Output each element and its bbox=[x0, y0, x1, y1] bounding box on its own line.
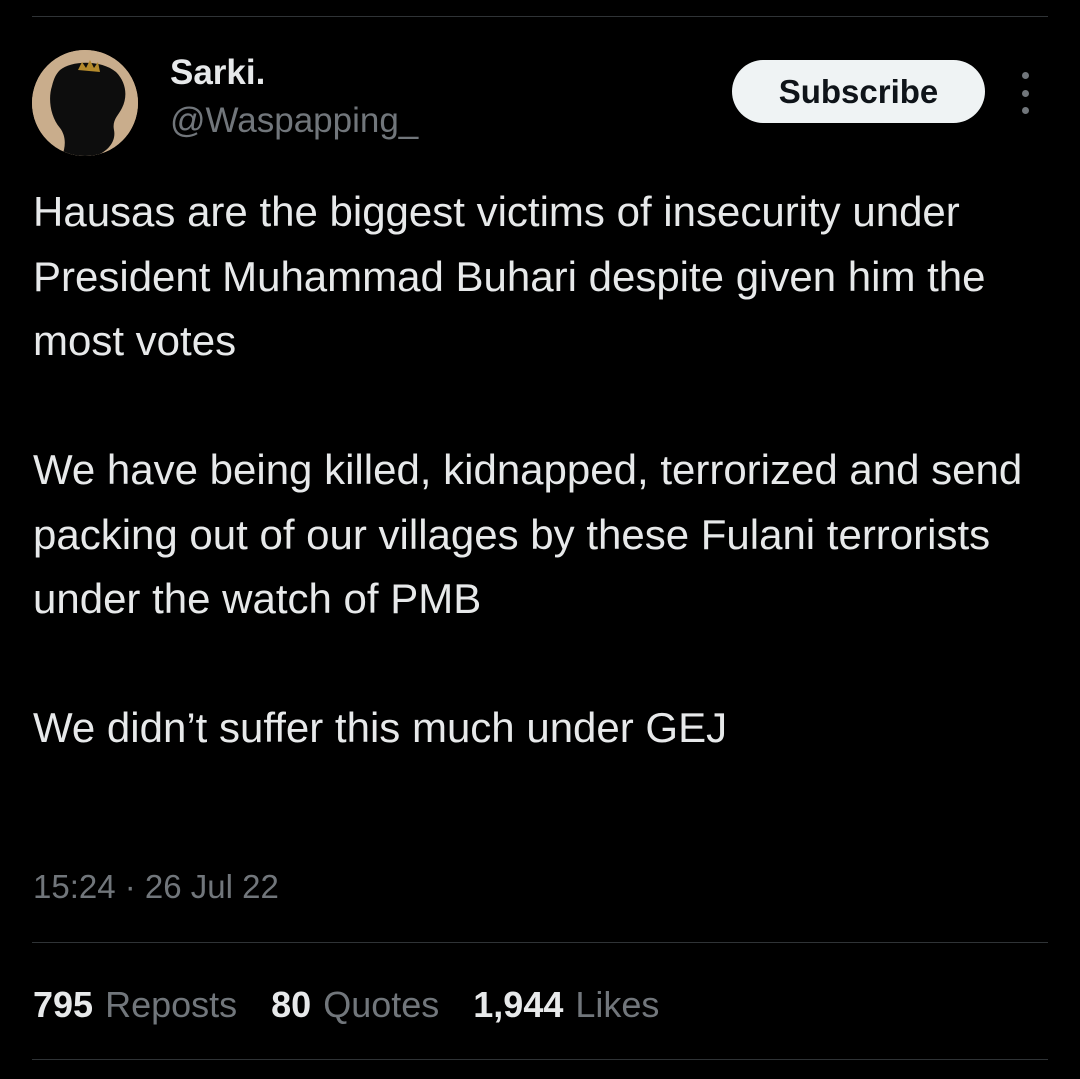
likes-stat[interactable]: 1,944 Likes bbox=[473, 983, 659, 1027]
tweet-paragraph: Hausas are the biggest victims of insecu… bbox=[33, 188, 986, 364]
tweet-paragraph: We didn’t suffer this much under GEJ bbox=[33, 704, 728, 751]
reposts-count: 795 bbox=[33, 984, 94, 1025]
more-dot bbox=[1021, 89, 1029, 97]
avatar-silhouette-icon bbox=[32, 50, 138, 156]
likes-count: 1,944 bbox=[473, 984, 564, 1025]
quotes-count: 80 bbox=[271, 984, 312, 1025]
likes-label: Likes bbox=[575, 984, 660, 1025]
stats-divider bbox=[32, 942, 1048, 943]
bottom-divider bbox=[32, 1059, 1048, 1060]
more-vertical-icon[interactable] bbox=[1010, 72, 1040, 114]
quotes-label: Quotes bbox=[323, 984, 440, 1025]
quotes-stat[interactable]: 80 Quotes bbox=[271, 983, 439, 1027]
more-dot bbox=[1021, 107, 1029, 114]
top-divider bbox=[32, 16, 1048, 17]
tweet-paragraph: We have being killed, kidnapped, terrori… bbox=[33, 446, 1023, 622]
reposts-label: Reposts bbox=[105, 984, 238, 1025]
user-handle[interactable]: @Waspapping_ bbox=[170, 100, 418, 142]
display-name[interactable]: Sarki. bbox=[170, 52, 265, 94]
more-dot bbox=[1021, 72, 1029, 79]
subscribe-button[interactable]: Subscribe bbox=[732, 60, 985, 123]
reposts-stat[interactable]: 795 Reposts bbox=[33, 983, 237, 1027]
engagement-stats: 795 Reposts 80 Quotes 1,944 Likes bbox=[33, 983, 659, 1027]
tweet-text: Hausas are the biggest victims of insecu… bbox=[33, 180, 1053, 761]
avatar[interactable] bbox=[32, 50, 138, 156]
tweet-timestamp[interactable]: 15:24 · 26 Jul 22 bbox=[33, 866, 279, 908]
